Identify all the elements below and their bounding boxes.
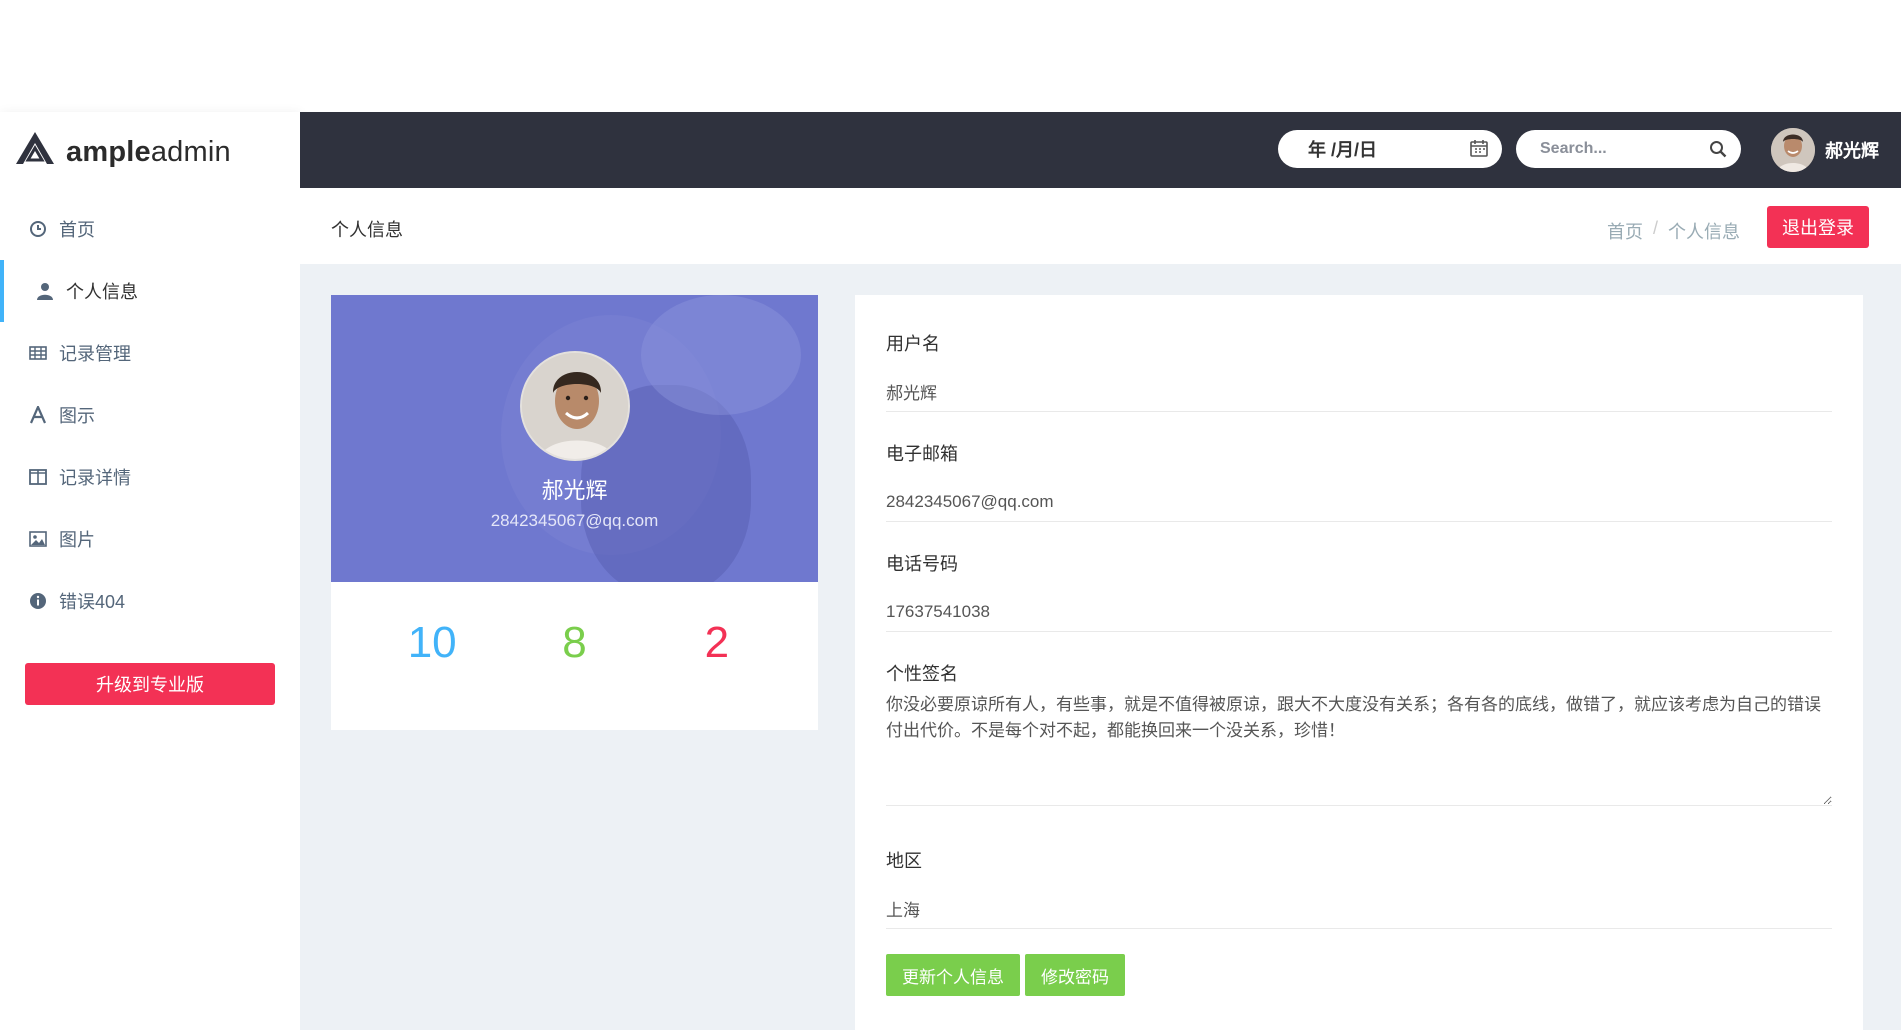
sidebar-item-label: 图片 [59, 530, 95, 550]
sidebar: ampleadmin 首页 个人信息 记录管理 图示 记录详情 图片 错误404… [0, 112, 300, 1030]
upgrade-to-pro-button[interactable]: 升级到专业版 [25, 663, 275, 705]
logo-icon [16, 132, 54, 164]
profile-email: 2842345067@qq.com [490, 511, 659, 530]
logo-text-light: admin [150, 135, 231, 168]
phone-field[interactable] [886, 592, 1832, 632]
sidebar-item-profile[interactable]: 个人信息 [0, 260, 300, 322]
page-title: 个人信息 [331, 220, 403, 240]
signature-field-group: 个性签名 你没必要原谅所有人，有些事，就是不值得被原谅，跟大不大度没有关系；各有… [886, 660, 1832, 811]
update-profile-button[interactable]: 更新个人信息 [886, 954, 1020, 996]
logout-button[interactable]: 退出登录 [1767, 206, 1869, 248]
sidebar-item-images[interactable]: 图片 [0, 508, 300, 570]
table-icon [27, 344, 49, 362]
top-navbar: 年 /月/日 郝光辉 [300, 112, 1901, 188]
region-field-group: 地区 [886, 847, 1832, 929]
breadcrumb-current: 个人信息 [1668, 222, 1741, 242]
sidebar-item-label: 记录管理 [59, 344, 131, 364]
breadcrumb-separator: / [1653, 218, 1659, 238]
sidebar-nav: 首页 个人信息 记录管理 图示 记录详情 图片 错误404 [0, 198, 300, 632]
app-window: ampleadmin 首页 个人信息 记录管理 图示 记录详情 图片 错误404… [0, 0, 1901, 1030]
profile-name: 郝光辉 [541, 478, 608, 503]
sidebar-item-label: 图示 [59, 406, 95, 426]
main-content: 郝光辉 2842345067@qq.com 10 8 2 用户名 电子邮箱 电话… [300, 264, 1901, 1030]
sidebar-item-home[interactable]: 首页 [0, 198, 300, 260]
breadcrumb-home-link[interactable]: 首页 [1607, 218, 1643, 244]
logo[interactable]: ampleadmin [14, 116, 231, 180]
signature-label: 个性签名 [886, 664, 958, 684]
page-title-bar: 个人信息 首页 / 个人信息 退出登录 [300, 188, 1901, 264]
stat-value-blue: 10 [407, 618, 457, 667]
stat-value-green: 8 [562, 618, 587, 667]
logo-text-bold: ample [66, 135, 151, 168]
user-menu[interactable]: 郝光辉 [1771, 128, 1879, 172]
email-field-group: 电子邮箱 [886, 440, 1832, 522]
sidebar-item-label: 错误404 [59, 592, 126, 612]
profile-avatar [520, 351, 630, 461]
search-icon[interactable] [1709, 140, 1727, 158]
sidebar-item-error404[interactable]: 错误404 [0, 570, 300, 632]
sidebar-item-charts[interactable]: 图示 [0, 384, 300, 446]
date-input[interactable]: 年 /月/日 [1278, 130, 1502, 168]
signature-field[interactable]: 你没必要原谅所有人，有些事，就是不值得被原谅，跟大不大度没有关系；各有各的底线，… [886, 692, 1832, 806]
region-field[interactable] [886, 889, 1832, 929]
sidebar-item-record-details[interactable]: 记录详情 [0, 446, 300, 508]
email-field[interactable] [886, 482, 1832, 522]
username-label: 用户名 [886, 334, 940, 354]
user-icon [34, 282, 56, 300]
columns-icon [27, 468, 49, 486]
avatar [1771, 128, 1815, 172]
username-field-group: 用户名 [886, 330, 1832, 412]
clock-icon [27, 220, 49, 238]
sidebar-item-label: 首页 [59, 220, 95, 240]
region-label: 地区 [886, 851, 922, 871]
phone-label: 电话号码 [886, 554, 958, 574]
profile-stats: 10 8 2 [331, 582, 818, 730]
change-password-button[interactable]: 修改密码 [1025, 954, 1125, 996]
form-actions: 更新个人信息 修改密码 [886, 954, 1125, 996]
breadcrumb: 首页 / 个人信息 [1607, 218, 1740, 244]
profile-form: 用户名 电子邮箱 电话号码 个性签名 你没必要原谅所有人，有些事，就是不值得被原… [855, 295, 1863, 1030]
info-icon [27, 592, 49, 610]
user-name: 郝光辉 [1825, 141, 1879, 161]
calendar-icon[interactable] [1470, 139, 1488, 157]
username-field[interactable] [886, 372, 1832, 412]
profile-header-background: 郝光辉 2842345067@qq.com [331, 295, 818, 582]
background-decoration [641, 295, 801, 415]
stat-value-red: 2 [704, 618, 730, 667]
search-input[interactable] [1540, 140, 1700, 158]
sidebar-item-label: 个人信息 [66, 282, 138, 302]
logo-text: ampleadmin [66, 128, 231, 169]
date-input-value: 年 /月/日 [1308, 140, 1378, 160]
blank-header-area [0, 0, 1901, 112]
search-box [1516, 130, 1741, 168]
sidebar-item-records[interactable]: 记录管理 [0, 322, 300, 384]
font-icon [27, 406, 49, 424]
sidebar-item-label: 记录详情 [59, 468, 131, 488]
profile-card: 郝光辉 2842345067@qq.com 10 8 2 [331, 295, 818, 730]
image-icon [27, 530, 49, 548]
phone-field-group: 电话号码 [886, 550, 1832, 632]
email-label: 电子邮箱 [886, 444, 958, 464]
